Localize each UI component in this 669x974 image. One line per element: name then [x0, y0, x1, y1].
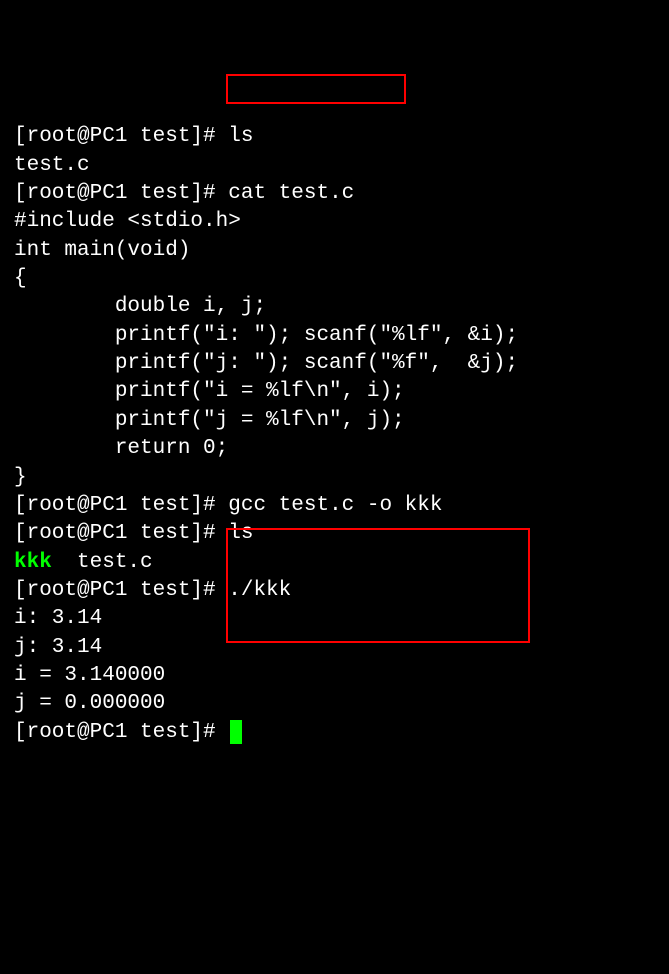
terminal-output: test.c — [14, 152, 655, 180]
source-code-line: return 0; — [14, 435, 655, 463]
cursor-icon — [230, 720, 242, 744]
source-code-line: int main(void) — [14, 237, 655, 265]
shell-prompt: [root@PC1 test]# — [14, 522, 228, 545]
source-code-line: { — [14, 265, 655, 293]
shell-prompt: [root@PC1 test]# — [14, 494, 228, 517]
source-code-line: printf("j = %lf\n", j); — [14, 407, 655, 435]
executable-file: kkk — [14, 551, 52, 574]
terminal-line: [root@PC1 test]# ls — [14, 123, 655, 151]
source-code-line: printf("i = %lf\n", i); — [14, 378, 655, 406]
command-text: ./kkk — [228, 579, 291, 602]
program-output: j: 3.14 — [14, 634, 655, 662]
source-code-line: printf("i: "); scanf("%lf", &i); — [14, 322, 655, 350]
source-code-line: } — [14, 464, 655, 492]
terminal-line: [root@PC1 test]# cat test.c — [14, 180, 655, 208]
program-output: i: 3.14 — [14, 605, 655, 633]
source-code-line: printf("j: "); scanf("%f", &j); — [14, 350, 655, 378]
command-text: cat test.c — [228, 182, 354, 205]
command-text: ls — [228, 125, 253, 148]
terminal-output: kkk test.c — [14, 549, 655, 577]
source-code-line: #include <stdio.h> — [14, 208, 655, 236]
terminal-line: [root@PC1 test]# ./kkk — [14, 577, 655, 605]
program-output: j = 0.000000 — [14, 690, 655, 718]
highlight-annotation — [226, 74, 406, 104]
terminal-line[interactable]: [root@PC1 test]# — [14, 719, 655, 747]
source-code-line: double i, j; — [14, 293, 655, 321]
shell-prompt: [root@PC1 test]# — [14, 579, 228, 602]
program-output: i = 3.140000 — [14, 662, 655, 690]
file-name: test.c — [52, 551, 153, 574]
shell-prompt: [root@PC1 test]# — [14, 721, 228, 744]
terminal-line: [root@PC1 test]# gcc test.c -o kkk — [14, 492, 655, 520]
terminal-line: [root@PC1 test]# ls — [14, 520, 655, 548]
command-text: gcc test.c -o kkk — [228, 494, 442, 517]
shell-prompt: [root@PC1 test]# — [14, 182, 228, 205]
command-text: ls — [228, 522, 253, 545]
shell-prompt: [root@PC1 test]# — [14, 125, 228, 148]
